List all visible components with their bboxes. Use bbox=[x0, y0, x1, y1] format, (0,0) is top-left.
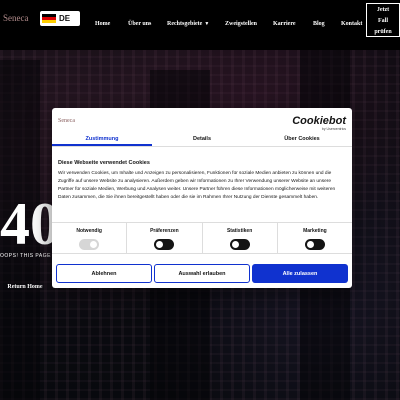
toggle-label: Notwendig bbox=[76, 228, 102, 234]
german-flag-icon bbox=[42, 13, 56, 24]
tab-details[interactable]: Details bbox=[152, 133, 252, 146]
nav-contact[interactable]: Kontakt bbox=[341, 21, 362, 27]
cookiebot-subtitle: by Usercentrics bbox=[321, 127, 346, 131]
marketing-switch[interactable] bbox=[304, 239, 325, 250]
cookie-consent-dialog: Seneca Cookiebot by Usercentrics Zustimm… bbox=[52, 108, 352, 288]
nav-practice-areas[interactable]: Rechtsgebiete ▼ bbox=[167, 21, 209, 27]
toggle-label: Statistiken bbox=[226, 228, 253, 234]
return-home-button[interactable]: Return Home bbox=[5, 281, 45, 293]
cookiebot-logo: Cookiebot by Usercentrics bbox=[292, 115, 346, 131]
statistics-switch[interactable] bbox=[229, 239, 250, 250]
toggle-preferences: Präferenzen bbox=[127, 223, 203, 253]
toggle-necessary: Notwendig bbox=[52, 223, 128, 253]
toggle-statistics: Statistiken bbox=[203, 223, 278, 253]
cta-line: prüfen bbox=[374, 29, 392, 35]
cta-line: Jetzt bbox=[376, 7, 390, 13]
necessary-switch bbox=[79, 239, 100, 250]
chevron-down-icon: ▼ bbox=[204, 22, 210, 27]
dialog-heading: Diese Webseite verwendet Cookies bbox=[58, 160, 150, 166]
language-selector[interactable]: DE bbox=[40, 11, 80, 26]
language-code: DE bbox=[59, 14, 71, 23]
allow-all-button[interactable]: Alle zulassen bbox=[252, 264, 348, 283]
deny-button[interactable]: Ablehnen bbox=[56, 264, 152, 283]
cookiebot-name: Cookiebot bbox=[292, 115, 346, 127]
nav-blog[interactable]: Blog bbox=[313, 21, 325, 27]
check-case-button[interactable]: Jetzt Fall prüfen bbox=[366, 3, 400, 37]
dialog-tabs: Zustimmung Details Über Cookies bbox=[52, 133, 352, 147]
cta-line: Fall bbox=[378, 18, 388, 24]
toggle-label: Marketing bbox=[303, 228, 327, 234]
allow-selection-button[interactable]: Auswahl erlauben bbox=[154, 264, 250, 283]
nav-careers[interactable]: Karriere bbox=[273, 21, 296, 27]
dialog-logo: Seneca bbox=[58, 118, 75, 124]
toggle-marketing: Marketing bbox=[278, 223, 352, 253]
tab-consent[interactable]: Zustimmung bbox=[52, 133, 152, 146]
nav-about[interactable]: Über uns bbox=[128, 21, 151, 27]
preferences-switch[interactable] bbox=[154, 239, 175, 250]
site-header: Seneca DE Home Über uns Rechtsgebiete ▼ Z… bbox=[0, 0, 400, 50]
error-code: 40 bbox=[0, 191, 60, 257]
switch-knob bbox=[156, 241, 164, 248]
tab-about-cookies[interactable]: Über Cookies bbox=[252, 133, 352, 146]
site-logo[interactable]: Seneca bbox=[3, 13, 28, 23]
switch-knob bbox=[306, 241, 314, 248]
switch-knob bbox=[90, 241, 98, 248]
toggle-label: Präferenzen bbox=[150, 228, 179, 234]
switch-knob bbox=[231, 241, 239, 248]
nav-home[interactable]: Home bbox=[95, 21, 110, 27]
dialog-body-text: Wir verwenden Cookies, um Inhalte und An… bbox=[58, 171, 336, 200]
nav-practice-areas-label: Rechtsgebiete bbox=[167, 21, 203, 27]
consent-toggles: Notwendig Präferenzen Statistiken Market… bbox=[52, 222, 352, 254]
nav-branches[interactable]: Zweigstellen bbox=[225, 21, 257, 27]
